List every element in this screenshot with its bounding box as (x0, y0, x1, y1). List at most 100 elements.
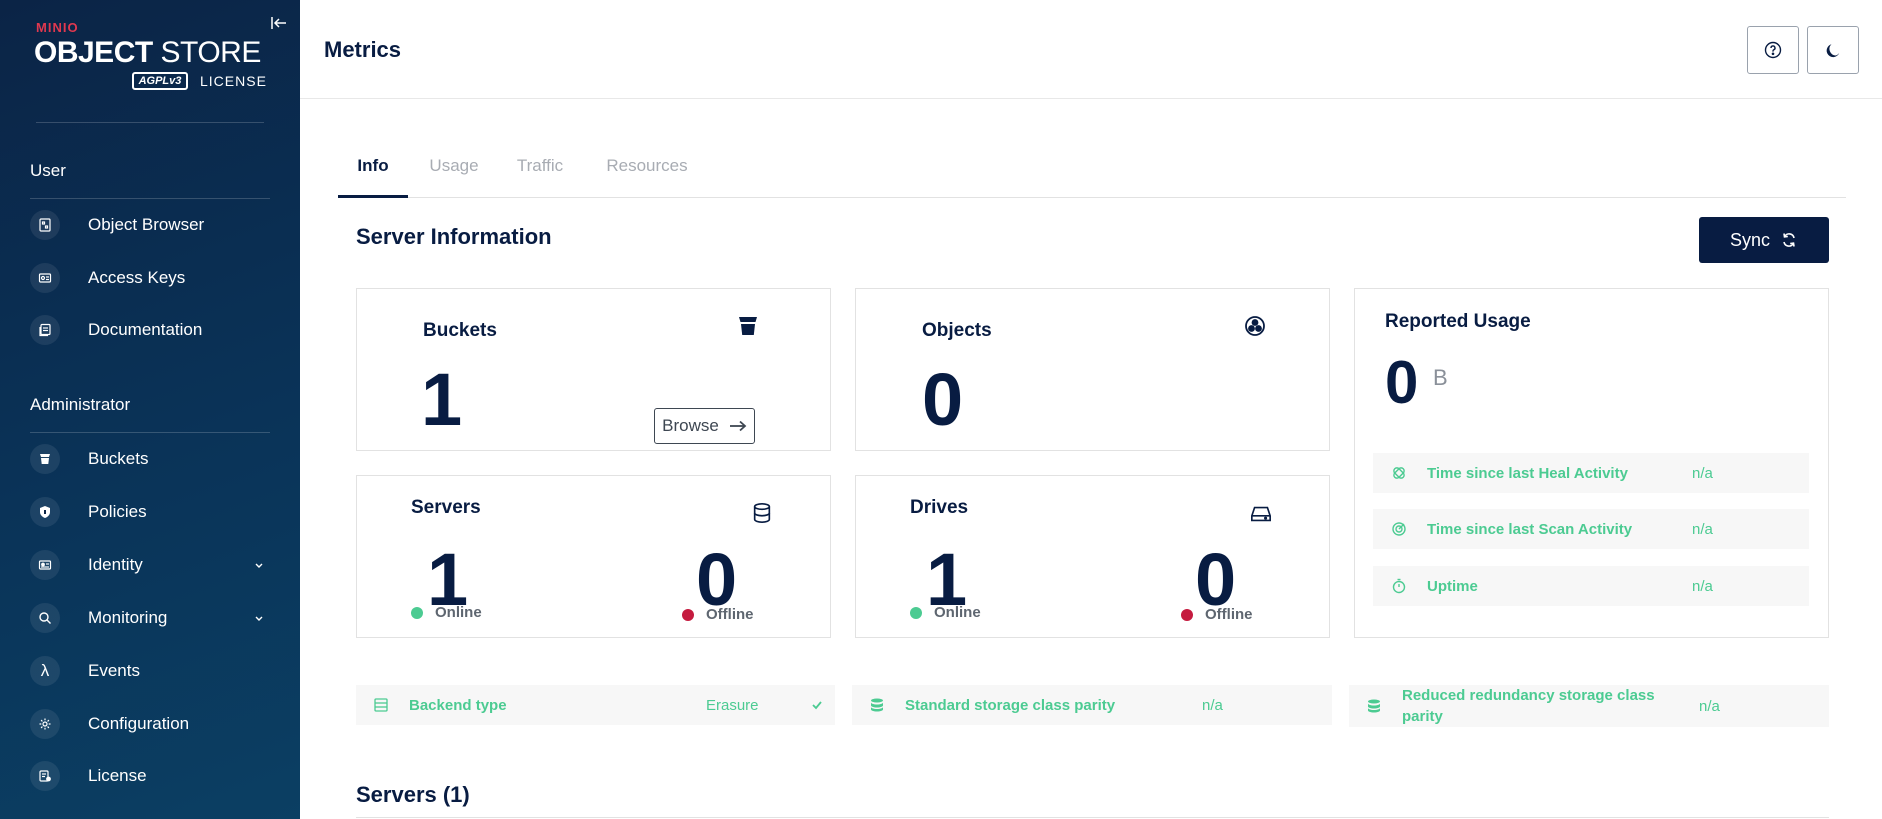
sidebar-section-divider (30, 432, 270, 433)
sidebar-item-label: Buckets (88, 449, 149, 468)
storage-icon (1368, 699, 1380, 713)
sync-label: Sync (1729, 229, 1771, 250)
sidebar-item-events[interactable]: λ Events (30, 651, 270, 691)
sidebar-item-label: Documentation (88, 320, 203, 339)
heal-activity-value: n/a (1692, 464, 1713, 482)
sync-button[interactable]: Sync (1699, 217, 1829, 263)
gear-icon (30, 709, 60, 739)
sidebar-item-label: Access Keys (88, 268, 186, 287)
sidebar-item-documentation[interactable]: Documentation (30, 310, 270, 350)
sidebar-item-access-keys[interactable]: Access Keys (30, 258, 270, 298)
minio-logo[interactable]: MINIO OBJECT STORE AGPLv3 LICENSE (34, 20, 274, 92)
backend-type-label: Backend type (409, 696, 507, 714)
standard-parity-value: n/a (1202, 696, 1223, 714)
sidebar-item-buckets[interactable]: Buckets (30, 439, 270, 479)
sidebar-item-object-browser[interactable]: Object Browser (30, 205, 270, 245)
metrics-tabs: Info Usage Traffic Resources (338, 148, 1846, 198)
uptime-value: n/a (1692, 577, 1713, 595)
heal-activity-label: Time since last Heal Activity (1427, 464, 1628, 482)
scan-activity-label: Time since last Scan Activity (1427, 520, 1633, 538)
bucket-icon (30, 444, 60, 474)
help-icon (1764, 41, 1782, 59)
page-title: Metrics (324, 37, 402, 62)
offline-dot (682, 608, 694, 621)
tab-traffic[interactable]: Traffic (510, 148, 570, 198)
browse-button[interactable]: Browse (654, 408, 755, 444)
drive-icon (1251, 506, 1271, 522)
servers-section-title: Servers (1) (356, 782, 470, 807)
buckets-count: 1 (421, 358, 463, 441)
logo-license-text: LICENSE (200, 73, 267, 89)
heal-icon (1393, 467, 1405, 479)
sidebar-item-policies[interactable]: Policies (30, 492, 270, 532)
scan-activity-row: Time since last Scan Activity n/a (1373, 509, 1809, 549)
moon-icon (1826, 44, 1840, 58)
scan-icon (1392, 522, 1406, 536)
logo-product: OBJECT STORE (34, 36, 261, 69)
sidebar-item-label: Identity (88, 555, 143, 574)
page-header: Metrics (300, 0, 1882, 99)
license-icon (30, 761, 60, 791)
check-icon (812, 701, 822, 710)
bucket-icon (739, 317, 757, 335)
online-dot (910, 606, 922, 619)
drives-offline-status: Offline (1181, 606, 1253, 623)
policies-icon (30, 497, 60, 527)
sidebar-item-label: Configuration (88, 714, 190, 733)
sidebar-section-user: User (30, 161, 66, 180)
refresh-icon (1783, 233, 1795, 247)
stopwatch-icon (1392, 578, 1406, 594)
reduced-redundancy-parity-row: Reduced redundancy storage class parity … (1349, 685, 1829, 727)
objects-count: 0 (922, 358, 964, 441)
online-dot (411, 606, 423, 619)
database-icon (753, 503, 771, 523)
logo-license-badge: AGPLv3 (132, 72, 188, 90)
scan-activity-value: n/a (1692, 520, 1713, 538)
buckets-card: Buckets 1 Browse (356, 288, 831, 451)
servers-card: Servers 1 Online 0 Offline (356, 475, 831, 638)
access-keys-icon (30, 263, 60, 293)
chevron-down-icon[interactable] (252, 611, 266, 625)
backend-type-row: Backend type Erasure (356, 685, 835, 725)
standard-parity-row: Standard storage class parity n/a (852, 685, 1332, 725)
servers-online-status: Online (411, 604, 482, 621)
servers-offline-status: Offline (682, 606, 754, 623)
drives-card: Drives 1 Online 0 Offline (855, 475, 1330, 638)
object-browser-icon (30, 210, 60, 240)
dark-mode-button[interactable] (1807, 26, 1859, 74)
tab-info[interactable]: Info (338, 148, 408, 198)
sidebar: MINIO OBJECT STORE AGPLv3 LICENSE User O… (0, 0, 300, 819)
backend-type-value: Erasure (706, 696, 759, 714)
reduced-redundancy-parity-value: n/a (1699, 697, 1720, 715)
sidebar-item-monitoring[interactable]: Monitoring (30, 598, 270, 638)
chevron-down-icon[interactable] (252, 558, 266, 572)
tab-resources[interactable]: Resources (600, 148, 694, 198)
sidebar-divider (36, 122, 264, 123)
sidebar-item-label: Events (88, 661, 140, 680)
drives-title: Drives (910, 497, 969, 518)
reported-usage-title: Reported Usage (1385, 311, 1531, 332)
help-button[interactable] (1747, 26, 1799, 74)
uptime-row: Uptime n/a (1373, 566, 1809, 606)
objects-icon (1245, 316, 1265, 336)
sidebar-item-identity[interactable]: Identity (30, 545, 270, 585)
servers-section-divider (356, 817, 1829, 818)
reported-usage-unit: B (1433, 365, 1448, 390)
logo-brand: MINIO (36, 20, 79, 35)
sidebar-item-configuration[interactable]: Configuration (30, 704, 270, 744)
sidebar-section-divider (30, 198, 270, 199)
storage-icon (871, 698, 883, 712)
lambda-icon: λ (30, 656, 60, 686)
offline-dot (1181, 608, 1193, 621)
documentation-icon (30, 315, 60, 345)
objects-title: Objects (922, 320, 992, 341)
sidebar-item-license[interactable]: License (30, 756, 270, 796)
collapse-sidebar-icon[interactable] (270, 14, 288, 32)
drives-online-status: Online (910, 604, 981, 621)
sidebar-section-administrator: Administrator (30, 395, 131, 414)
sidebar-item-label: Monitoring (88, 608, 168, 627)
sidebar-item-label: License (88, 766, 147, 785)
heal-activity-row: Time since last Heal Activity n/a (1373, 453, 1809, 493)
arrow-right-icon (729, 420, 747, 432)
tab-usage[interactable]: Usage (422, 148, 486, 198)
